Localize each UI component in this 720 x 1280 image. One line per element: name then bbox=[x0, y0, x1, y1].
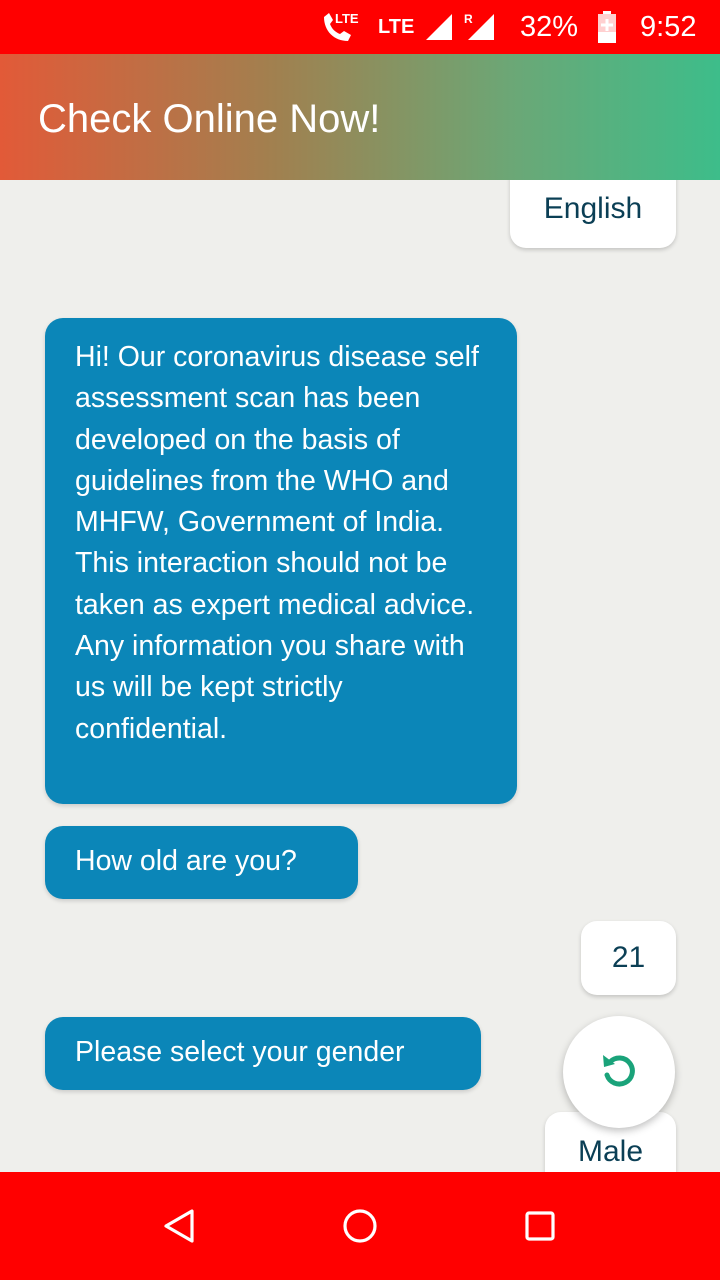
battery-percent: 32% bbox=[520, 10, 579, 43]
user-reply-age: 21 bbox=[581, 921, 676, 995]
restart-button[interactable] bbox=[563, 1016, 675, 1128]
clock: 9:52 bbox=[640, 10, 697, 43]
app-bar: Check Online Now! bbox=[0, 54, 720, 180]
network-type: LTE bbox=[378, 15, 415, 38]
bot-message-gender-question: Please select your gender bbox=[45, 1017, 481, 1090]
svg-text:LTE: LTE bbox=[335, 11, 359, 26]
home-icon bbox=[343, 1209, 377, 1243]
status-bar: LTE LTE R 32% 9:52 bbox=[0, 0, 720, 54]
navigation-bar bbox=[0, 1172, 720, 1280]
bot-message-age-question: How old are you? bbox=[45, 826, 358, 899]
recents-button[interactable] bbox=[516, 1202, 564, 1250]
user-reply-language: English bbox=[510, 180, 676, 248]
lte-call-icon: LTE bbox=[318, 0, 364, 54]
svg-text:R: R bbox=[464, 12, 473, 26]
home-button[interactable] bbox=[336, 1202, 384, 1250]
battery-charging-icon bbox=[596, 0, 618, 54]
page-title: Check Online Now! bbox=[38, 97, 381, 141]
back-icon bbox=[164, 1209, 194, 1243]
bot-message-intro: Hi! Our coronavirus disease self assessm… bbox=[45, 318, 517, 804]
chat-area[interactable]: English Hi! Our coronavirus disease self… bbox=[0, 180, 720, 1172]
roaming-signal-icon: R bbox=[464, 0, 496, 54]
recents-icon bbox=[525, 1211, 555, 1241]
back-button[interactable] bbox=[156, 1202, 204, 1250]
restart-icon bbox=[597, 1048, 641, 1097]
signal-icon bbox=[424, 0, 454, 54]
